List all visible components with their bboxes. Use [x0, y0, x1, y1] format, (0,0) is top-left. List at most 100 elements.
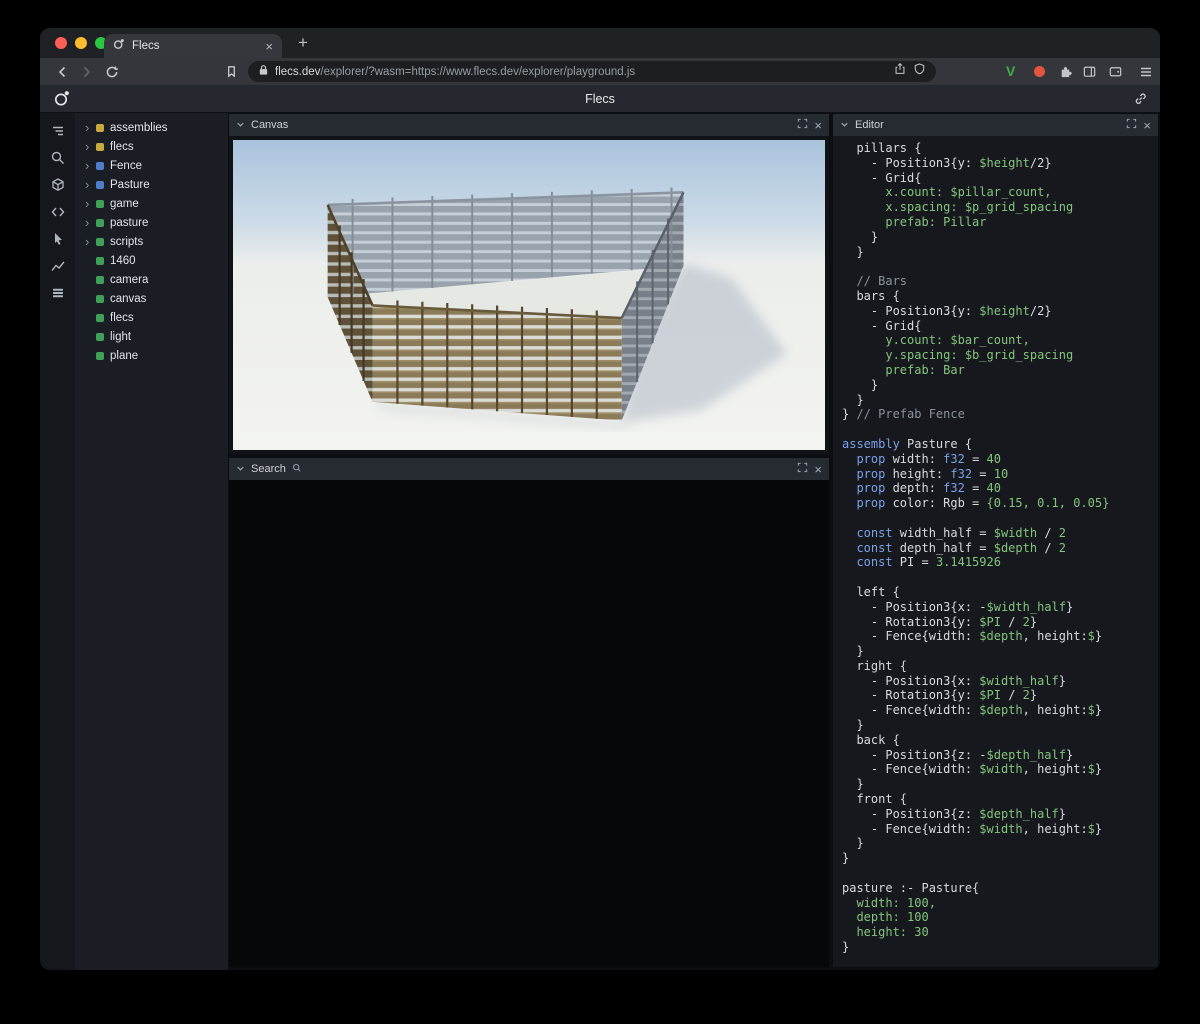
- code-line: back {: [842, 733, 1158, 748]
- tree-item[interactable]: › pasture: [75, 213, 228, 232]
- code-line: - Position3{z: -$depth_half}: [842, 748, 1158, 763]
- entity-color-swatch: [96, 257, 104, 265]
- tab-strip: Flecs × +: [40, 28, 1160, 58]
- entity-label: flecs: [110, 141, 134, 153]
- tree-item[interactable]: canvas: [75, 289, 228, 308]
- close-icon[interactable]: ×: [1143, 119, 1151, 132]
- tree-item[interactable]: camera: [75, 270, 228, 289]
- entity-label: pasture: [110, 217, 148, 229]
- entity-label: assemblies: [110, 122, 168, 134]
- record-extension-icon[interactable]: [1034, 66, 1045, 77]
- forward-button[interactable]: [77, 62, 96, 81]
- close-icon[interactable]: ×: [814, 119, 822, 132]
- chevron-down-icon[interactable]: [236, 460, 245, 478]
- tree-item[interactable]: ›game: [75, 194, 228, 213]
- data-rows-icon[interactable]: [49, 284, 66, 301]
- shield-icon[interactable]: [913, 62, 926, 81]
- expand-chevron-icon[interactable]: ›: [85, 180, 96, 190]
- tab-close-icon[interactable]: ×: [265, 39, 273, 54]
- code-line: y.count: $bar_count,: [842, 333, 1158, 348]
- menu-icon[interactable]: [1136, 62, 1155, 81]
- code-editor-icon[interactable]: [49, 203, 66, 220]
- chevron-down-icon[interactable]: [840, 116, 849, 134]
- flecs-logo-icon[interactable]: [53, 89, 71, 112]
- expand-icon[interactable]: [797, 116, 808, 134]
- expand-icon[interactable]: [797, 460, 808, 478]
- minimize-window-button[interactable]: [75, 37, 87, 49]
- entity-color-swatch: [96, 352, 104, 360]
- code-line: [842, 422, 1158, 437]
- browser-window: Flecs × + flecs.dev/explor: [40, 28, 1160, 970]
- code-line: - Position3{z: $depth_half}: [842, 807, 1158, 822]
- expand-chevron-icon[interactable]: ›: [85, 199, 96, 209]
- code-line: - Grid{: [842, 171, 1158, 186]
- share-link-icon[interactable]: [1133, 91, 1148, 111]
- entity-label: plane: [110, 350, 138, 362]
- sidebar-toggle-icon[interactable]: [1080, 62, 1099, 81]
- code-line: [842, 511, 1158, 526]
- tree-item[interactable]: light: [75, 327, 228, 346]
- tree-item[interactable]: › Pasture: [75, 175, 228, 194]
- wallet-icon[interactable]: [1106, 62, 1125, 81]
- back-button[interactable]: [52, 62, 71, 81]
- address-bar[interactable]: flecs.dev/explorer/?wasm=https://www.fle…: [248, 61, 936, 82]
- code-line: front {: [842, 792, 1158, 807]
- close-icon[interactable]: ×: [814, 463, 822, 476]
- entity-color-swatch: [96, 143, 104, 151]
- code-line: y.spacing: $b_grid_spacing: [842, 348, 1158, 363]
- code-editor-area[interactable]: pillars { - Position3{y: $height/2} - Gr…: [833, 136, 1158, 967]
- share-icon[interactable]: [893, 62, 907, 81]
- entity-label: flecs: [110, 312, 134, 324]
- canvas-panel-header[interactable]: Canvas ×: [229, 114, 829, 137]
- search-icon[interactable]: [49, 149, 66, 166]
- code-line: } // Prefab Fence: [842, 407, 1158, 422]
- 3d-viewport[interactable]: [229, 136, 829, 454]
- expand-chevron-icon[interactable]: ›: [85, 237, 96, 247]
- code-line: height: 30: [842, 925, 1158, 940]
- expand-chevron-icon[interactable]: ›: [85, 123, 96, 133]
- expand-chevron-icon[interactable]: ›: [85, 218, 96, 228]
- entity-color-swatch: [96, 162, 104, 170]
- code-line: const width_half = $width / 2: [842, 526, 1158, 541]
- code-line: prop color: Rgb = {0.15, 0.1, 0.05}: [842, 496, 1158, 511]
- entities-cube-icon[interactable]: [49, 176, 66, 193]
- extensions-puzzle-icon[interactable]: [1056, 62, 1075, 81]
- reload-button[interactable]: [102, 62, 121, 81]
- tree-item[interactable]: ›scripts: [75, 232, 228, 251]
- magnifier-icon: [292, 460, 302, 478]
- inspect-cursor-icon[interactable]: [49, 230, 66, 247]
- editor-panel-header[interactable]: Editor ×: [833, 114, 1158, 137]
- tree-item[interactable]: flecs: [75, 308, 228, 327]
- tree-item[interactable]: plane: [75, 346, 228, 365]
- code-line: }: [842, 230, 1158, 245]
- tree-view-icon[interactable]: [49, 122, 66, 139]
- browser-tab[interactable]: Flecs ×: [104, 34, 282, 58]
- code-line: x.count: $pillar_count,: [842, 185, 1158, 200]
- code-line: prop depth: f32 = 40: [842, 481, 1158, 496]
- search-panel-header[interactable]: Search ×: [229, 458, 829, 481]
- new-tab-button[interactable]: +: [292, 32, 314, 54]
- tab-favicon-icon: [113, 37, 125, 55]
- code-line: }: [842, 940, 1158, 955]
- tree-item[interactable]: › flecs: [75, 137, 228, 156]
- bookmark-icon[interactable]: [222, 62, 241, 81]
- expand-chevron-icon[interactable]: ›: [85, 161, 96, 171]
- tree-item[interactable]: ›Fence: [75, 156, 228, 175]
- expand-icon[interactable]: [1126, 116, 1137, 134]
- expand-chevron-icon[interactable]: ›: [85, 142, 96, 152]
- code-line: [842, 866, 1158, 881]
- search-results-area[interactable]: [229, 480, 829, 967]
- code-line: - Position3{x: $width_half}: [842, 674, 1158, 689]
- entity-label: Pasture: [110, 179, 150, 191]
- code-line: width: 100,: [842, 896, 1158, 911]
- code-line: [842, 570, 1158, 585]
- code-line: x.spacing: $p_grid_spacing: [842, 200, 1158, 215]
- code-line: - Position3{x: -$width_half}: [842, 600, 1158, 615]
- v-extension-icon[interactable]: V: [1006, 63, 1015, 79]
- chevron-down-icon[interactable]: [236, 116, 245, 134]
- stats-chart-icon[interactable]: [49, 257, 66, 274]
- code-line: }: [842, 851, 1158, 866]
- tree-item[interactable]: › assemblies: [75, 118, 228, 137]
- close-window-button[interactable]: [55, 37, 67, 49]
- tree-item[interactable]: 1460: [75, 251, 228, 270]
